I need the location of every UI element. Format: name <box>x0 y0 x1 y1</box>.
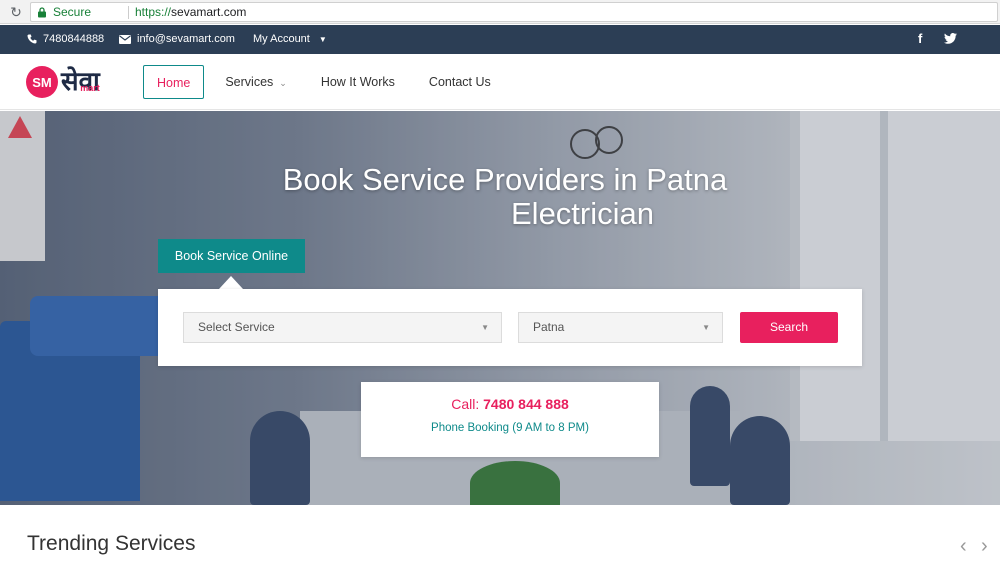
dropdown-arrow-icon: ▼ <box>702 323 710 332</box>
my-account-dropdown[interactable]: My Account ▼ <box>253 33 327 45</box>
url-separator <box>128 6 129 19</box>
nav-contact-us[interactable]: Contact Us <box>412 65 508 99</box>
chevron-right-icon[interactable]: › <box>981 536 995 556</box>
main-nav: Home Services ⌄ How It Works Contact Us <box>143 65 508 99</box>
browser-address-bar: ↻ Secure https://sevamart.com <box>0 0 1000 24</box>
url-text[interactable]: https://sevamart.com <box>135 5 246 19</box>
topbar-email[interactable]: info@sevamart.com <box>119 33 235 45</box>
nav-how-it-works[interactable]: How It Works <box>304 65 412 99</box>
reload-icon[interactable]: ↻ <box>8 4 24 20</box>
chevron-down-icon: ⌄ <box>279 78 287 88</box>
search-panel: Select Service ▼ Patna ▼ Search <box>158 289 862 366</box>
site-header: SM सेवा mart Home Services ⌄ How It Works… <box>0 54 1000 110</box>
call-box: Call: 7480 844 888 Phone Booking (9 AM t… <box>361 382 659 457</box>
nav-services[interactable]: Services ⌄ <box>208 65 303 99</box>
address-box[interactable]: Secure https://sevamart.com <box>30 2 998 22</box>
city-select-value: Patna <box>533 320 565 334</box>
booking-hours: Phone Booking (9 AM to 8 PM) <box>431 422 589 434</box>
call-number: 7480 844 888 <box>483 396 569 412</box>
url-scheme: https:// <box>135 5 172 19</box>
url-host: sevamart.com <box>171 5 247 19</box>
phone-number: 7480844888 <box>43 33 105 45</box>
service-select-value: Select Service <box>198 320 275 334</box>
mail-icon <box>119 34 131 44</box>
facebook-icon[interactable]: f <box>918 31 922 46</box>
chevron-left-icon[interactable]: ‹ <box>960 536 974 556</box>
trending-services-heading: Trending Services <box>27 532 196 555</box>
dropdown-arrow-icon: ▼ <box>481 323 489 332</box>
city-select[interactable]: Patna ▼ <box>518 312 723 343</box>
logo-subtext: mart <box>80 83 100 93</box>
site-logo[interactable]: SM सेवा mart <box>26 64 100 100</box>
nav-services-label: Services <box>225 75 274 89</box>
call-prefix: Call: <box>451 396 480 412</box>
hero-banner: Book Service Providers in Patna Electric… <box>0 111 1000 505</box>
tab-pointer <box>219 276 243 289</box>
secure-label: Secure <box>53 5 92 19</box>
twitter-icon[interactable] <box>944 31 957 47</box>
nav-home[interactable]: Home <box>143 65 205 99</box>
logo-wordmark: सेवा mart <box>61 68 100 96</box>
book-service-online-tab[interactable]: Book Service Online <box>158 239 305 273</box>
top-info-bar: 7480844888 info@sevamart.com My Account … <box>0 25 1000 54</box>
call-line[interactable]: Call: 7480 844 888 <box>361 396 659 412</box>
topbar-phone[interactable]: 7480844888 <box>27 33 104 45</box>
my-account-label: My Account <box>253 33 310 45</box>
service-select[interactable]: Select Service ▼ <box>183 312 502 343</box>
hero-subtitle: Electrician <box>511 196 654 231</box>
email-address: info@sevamart.com <box>137 33 235 45</box>
lock-icon <box>38 7 46 18</box>
search-button[interactable]: Search <box>740 312 838 343</box>
logo-badge: SM <box>26 66 58 98</box>
hero-title: Book Service Providers in Patna <box>282 162 728 197</box>
phone-icon <box>27 34 37 44</box>
caret-down-icon: ▼ <box>318 34 327 44</box>
